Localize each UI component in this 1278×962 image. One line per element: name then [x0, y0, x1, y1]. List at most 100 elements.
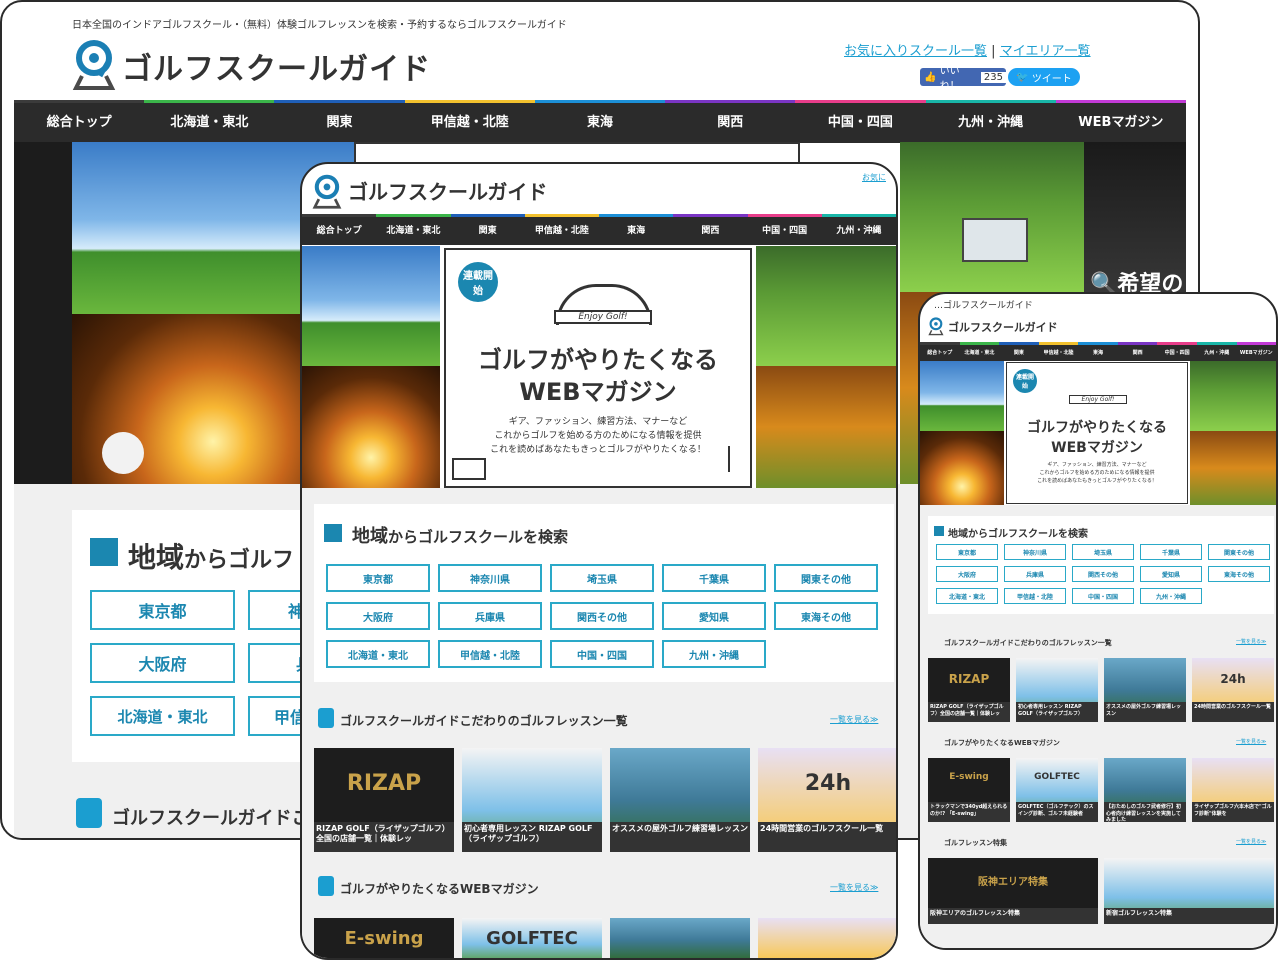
magazine_items-card[interactable]: ライザップゴルフ六本木店で"ゴルフ診断"体験を — [758, 918, 896, 958]
nav-item-0[interactable]: 総合トップ — [302, 217, 376, 245]
region-button[interactable]: 千葉県 — [1140, 544, 1202, 560]
lessons-card[interactable]: 24h 24時間営業のゴルフスクール一覧 — [1192, 658, 1274, 722]
features-more-link[interactable]: 一覧を見る≫ — [1236, 838, 1266, 845]
nav-item-6[interactable]: 中国・四国 — [1157, 345, 1197, 361]
magazine-banner[interactable]: 連載開始 Enjoy Golf! ゴルフがやりたくなる WEBマガジン ギア、フ… — [444, 248, 752, 488]
lessons-card[interactable]: 初心者専用レッスン RIZAP GOLF（ライザップゴルフ） — [462, 748, 602, 852]
region-button[interactable]: 関東その他 — [1208, 544, 1270, 560]
region-button[interactable]: 関東その他 — [774, 564, 878, 592]
region-button[interactable]: 神奈川県 — [438, 564, 542, 592]
region-button[interactable]: 中国・四国 — [550, 640, 654, 668]
features-card[interactable]: 阪神エリア特集 阪神エリアのゴルフレッスン特集 — [928, 858, 1098, 924]
region-button[interactable]: 東京都 — [326, 564, 430, 592]
magazine_items-card[interactable]: ライザップゴルフ六本木店で"ゴルフ診断"体験を — [1192, 758, 1274, 822]
lessons-more-link[interactable]: 一覧を見る≫ — [1236, 638, 1266, 645]
lessons-more-link[interactable]: 一覧を見る≫ — [830, 714, 878, 725]
magazine_items-card[interactable]: GOLFTEC GOLFTEC（ゴルフテック）のスイング診断、ゴルフ未経験者 — [462, 918, 602, 958]
facebook-like-button[interactable]: 👍 いいね！ 235 — [920, 66, 1006, 92]
nav-item-1[interactable]: 北海道・東北 — [960, 345, 1000, 361]
nav-item-7[interactable]: 九州・沖縄 — [1197, 345, 1237, 361]
region-button[interactable]: 埼玉県 — [550, 564, 654, 592]
magazine-more-link[interactable]: 一覧を見る≫ — [1236, 738, 1266, 745]
magazine_items-card[interactable]: 【おためしのゴルフ武者修行】初心者向け練習レッスンを実施してみました — [1104, 758, 1186, 822]
nav-item-2[interactable]: 関東 — [451, 217, 525, 245]
nav-item-6[interactable]: 中国・四国 — [795, 103, 925, 143]
nav-item-7[interactable]: 九州・沖縄 — [926, 103, 1056, 143]
region-hokkaido[interactable]: 北海道・東北 — [90, 696, 235, 736]
region-button[interactable]: 中国・四国 — [1072, 588, 1134, 604]
region-button[interactable]: 大阪府 — [936, 566, 998, 582]
features-card[interactable]: 新宿ゴルフレッスン特集 — [1104, 858, 1274, 924]
nav-item-0[interactable]: 総合トップ — [14, 103, 144, 143]
region-button[interactable]: 神奈川県 — [1004, 544, 1066, 560]
nav-item-6[interactable]: 中国・四国 — [748, 217, 822, 245]
nav-item-3[interactable]: 甲信越・北陸 — [405, 103, 535, 143]
region-button[interactable]: 埼玉県 — [1072, 544, 1134, 560]
nav-item-1[interactable]: 北海道・東北 — [376, 217, 450, 245]
region-button[interactable]: 九州・沖縄 — [1140, 588, 1202, 604]
site-logo-text[interactable]: ゴルフスクールガイド — [348, 176, 547, 205]
magazine-desc-2: これからゴルフを始める方のためになる情報を提供 — [1039, 470, 1155, 476]
lessons-card[interactable]: RIZAP RIZAP GOLF（ライザップゴルフ）全国の店舗一覧｜体験レッ — [314, 748, 454, 852]
favorites-link[interactable]: お気に — [862, 172, 886, 183]
site-logo-text[interactable]: ゴルフスクールガイド — [948, 319, 1058, 335]
nav-item-3[interactable]: 甲信越・北陸 — [525, 217, 599, 245]
site-logo-text[interactable]: ゴルフスクールガイド — [122, 44, 431, 88]
map-pin-logo-icon[interactable] — [312, 172, 346, 210]
region-button[interactable]: 北海道・東北 — [936, 588, 998, 604]
region-button[interactable]: 愛知県 — [662, 602, 766, 630]
nav-item-4[interactable]: 東海 — [535, 103, 665, 143]
nav-item-7[interactable]: 九州・沖縄 — [822, 217, 896, 245]
nav-item-3[interactable]: 甲信越・北陸 — [1039, 345, 1079, 361]
nav-item-5[interactable]: 関西 — [673, 217, 747, 245]
region-button[interactable]: 兵庫県 — [438, 602, 542, 630]
smartphone-screenshot: …ゴルフスクールガイド ゴルフスクールガイド 総合トップ 北海道・東北 関東 甲信越・… — [918, 292, 1278, 950]
magazine_items-card[interactable]: 【おためしのゴルフ武者修行】初心者向け練習レッスンを実施してみました — [610, 918, 750, 958]
nav-item-4[interactable]: 東海 — [1078, 345, 1118, 361]
nav-item-8[interactable]: WEBマガジン — [1056, 103, 1186, 143]
region-button[interactable]: 九州・沖縄 — [662, 640, 766, 668]
region-search-title: 地域からゴルフ — [128, 536, 294, 576]
lessons-card[interactable]: オススメの屋外ゴルフ練習場レッスン — [610, 748, 750, 852]
nav-item-2[interactable]: 関東 — [999, 345, 1039, 361]
nav-item-5[interactable]: 関西 — [665, 103, 795, 143]
magazine_items-card[interactable]: GOLFTEC GOLFTEC（ゴルフテック）のスイング診断、ゴルフ未経験者 — [1016, 758, 1098, 822]
nav-item-1[interactable]: 北海道・東北 — [144, 103, 274, 143]
nav-item-4[interactable]: 東海 — [599, 217, 673, 245]
favorites-link[interactable]: お気に入りスクール一覧 — [844, 44, 987, 59]
region-button[interactable]: 関西その他 — [1072, 566, 1134, 582]
region-button[interactable]: 愛知県 — [1140, 566, 1202, 582]
region-tokyo[interactable]: 東京都 — [90, 590, 235, 630]
magazine_items-caption: トラックマンで340yd超えられるのか!? 「E-swing」 — [928, 802, 1010, 822]
like-label: いいね！ — [939, 66, 960, 92]
tweet-button[interactable]: 🐦 ツイート — [1008, 68, 1080, 86]
nav-item-8[interactable]: WEBマガジン — [1237, 345, 1277, 361]
lessons-card[interactable]: 初心者専用レッスン RIZAP GOLF（ライザップゴルフ） — [1016, 658, 1098, 722]
lessons-card[interactable]: RIZAP RIZAP GOLF（ライザップゴルフ）全国の店舗一覧｜体験レッ — [928, 658, 1010, 722]
region-button[interactable]: 関西その他 — [550, 602, 654, 630]
region-button[interactable]: 大阪府 — [326, 602, 430, 630]
region-button[interactable]: 千葉県 — [662, 564, 766, 592]
magazine-banner[interactable]: 連載開始 Enjoy Golf! ゴルフがやりたくなる WEBマガジン ギア、フ… — [1006, 362, 1188, 504]
magazine_items-card[interactable]: E-swing トラックマンで340yd超えられるのか!? 「E-swing」 — [928, 758, 1010, 822]
my-area-link[interactable]: マイエリア一覧 — [1000, 44, 1091, 59]
lessons-card[interactable]: 24h 24時間営業のゴルフスクール一覧 — [758, 748, 896, 852]
thumbs-up-icon: 👍 — [924, 71, 937, 83]
nav-item-5[interactable]: 関西 — [1118, 345, 1158, 361]
region-button[interactable]: 甲信越・北陸 — [1004, 588, 1066, 604]
lessons-card[interactable]: オススメの屋外ゴルフ練習場レッスン — [1104, 658, 1186, 722]
region-button[interactable]: 兵庫県 — [1004, 566, 1066, 582]
nav-item-2[interactable]: 関東 — [274, 103, 404, 143]
map-pin-logo-icon[interactable] — [928, 316, 946, 336]
region-button[interactable]: 東海その他 — [774, 602, 878, 630]
magazine_items-card[interactable]: E-swing トラックマンで340yd超えられるのか!? 「E-swing」 — [314, 918, 454, 958]
map-pin-logo-icon[interactable] — [72, 36, 122, 92]
region-button[interactable]: 甲信越・北陸 — [438, 640, 542, 668]
title-rest: からゴルフ — [184, 548, 295, 573]
region-button[interactable]: 北海道・東北 — [326, 640, 430, 668]
nav-item-0[interactable]: 総合トップ — [920, 345, 960, 361]
magazine-more-link[interactable]: 一覧を見る≫ — [830, 882, 878, 893]
region-button[interactable]: 東京都 — [936, 544, 998, 560]
region-button[interactable]: 東海その他 — [1208, 566, 1270, 582]
region-osaka[interactable]: 大阪府 — [90, 643, 235, 683]
